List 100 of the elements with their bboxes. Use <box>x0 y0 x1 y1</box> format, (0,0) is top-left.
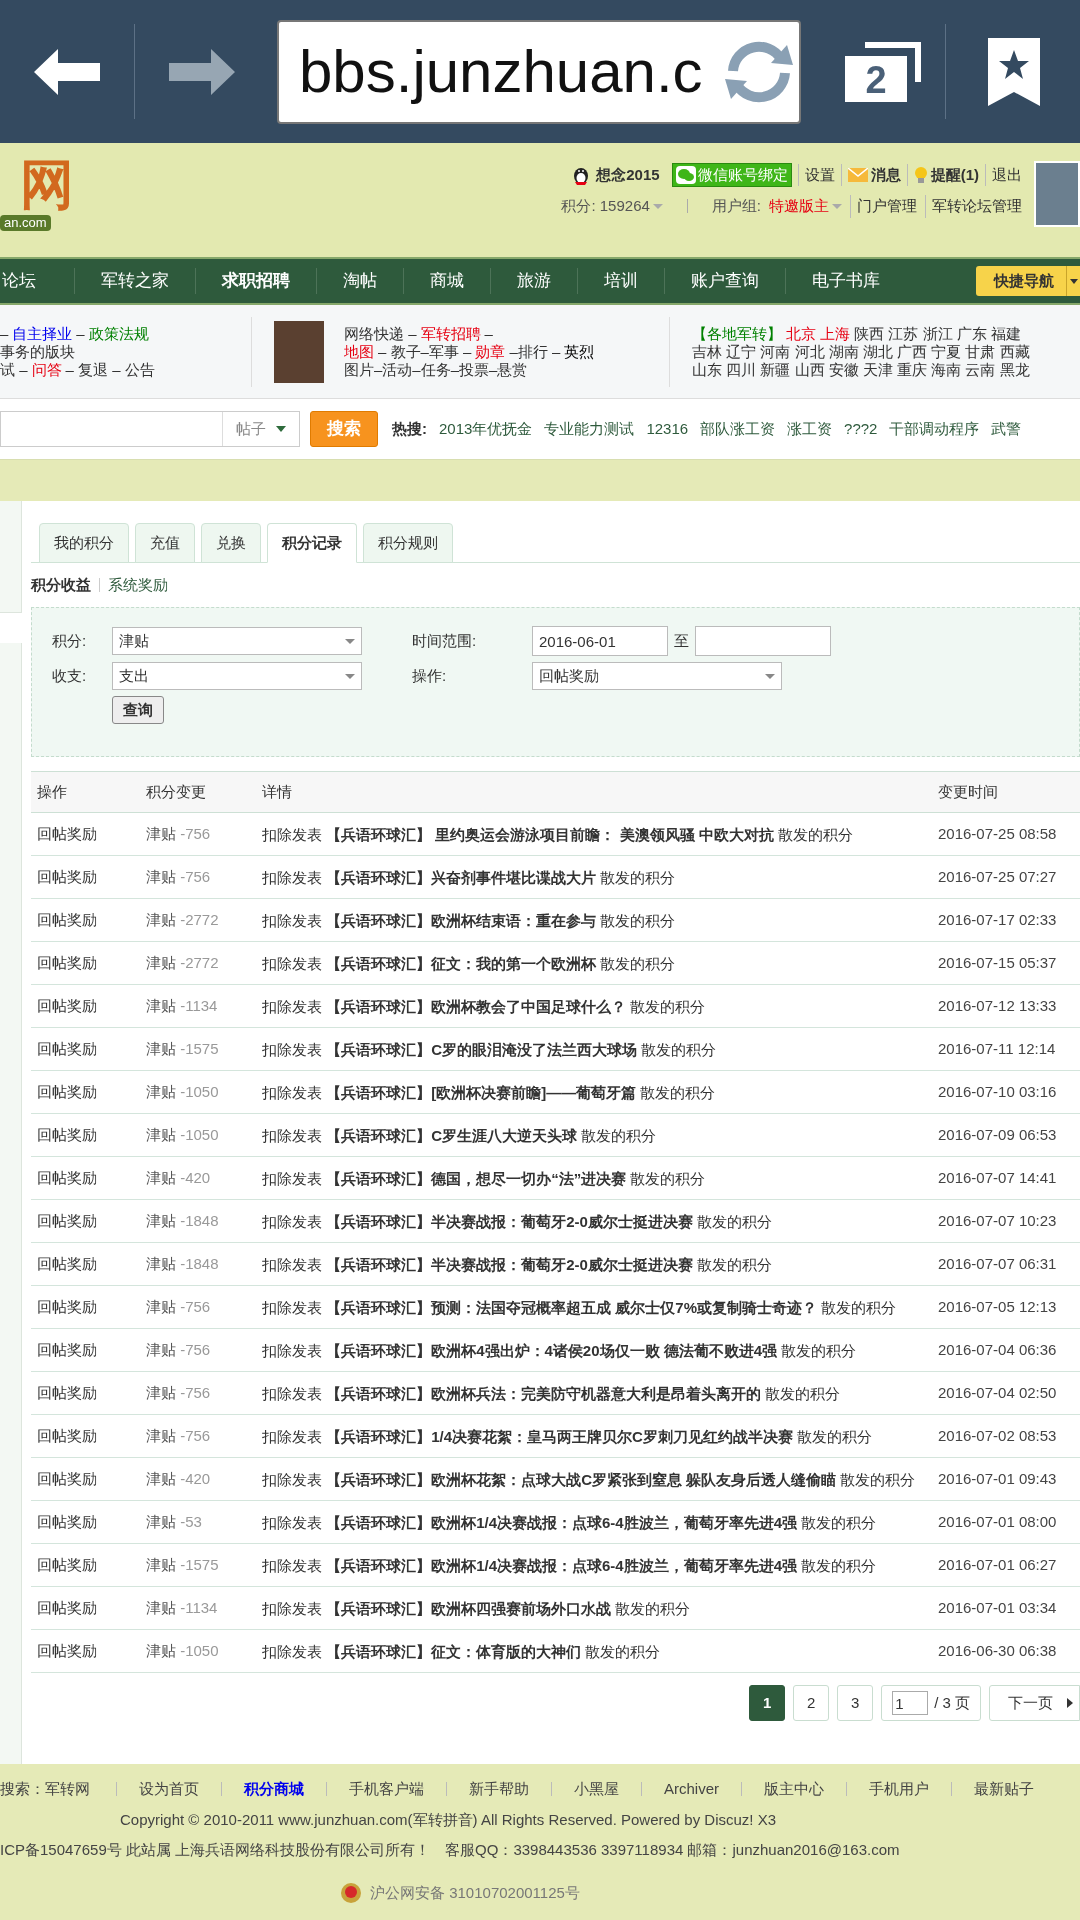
footer-link[interactable]: Archiver <box>642 1778 741 1801</box>
page-button[interactable]: 2 <box>793 1685 830 1721</box>
info-link[interactable]: 问答 <box>31 360 62 379</box>
info-link[interactable]: –排行 – <box>509 342 561 361</box>
nav-tab[interactable]: 商城 <box>403 268 490 294</box>
forward-arrow-icon[interactable] <box>169 48 235 95</box>
table-cell-text: 回帖奖励 <box>36 823 98 844</box>
info-link[interactable]: – <box>0 324 9 343</box>
field-label: 收支: <box>52 665 88 686</box>
search-field[interactable]: 帖子 <box>0 411 300 447</box>
tab[interactable]: 积分规则 <box>363 523 453 563</box>
info-link[interactable]: 英烈 <box>564 342 595 361</box>
footer-link[interactable]: 设为首页 <box>117 1778 221 1801</box>
footer-link[interactable]: 版主中心 <box>742 1778 846 1801</box>
username-link[interactable]: 想念2015 <box>596 163 660 187</box>
admin-link[interactable]: 军转论坛管理 <box>925 195 1022 218</box>
url-text: bbs.junzhuan.c <box>299 36 704 107</box>
table-cell-text: 回帖奖励 <box>36 1468 98 1489</box>
logout-link[interactable]: 退出 <box>985 163 1022 187</box>
messages-link[interactable]: 消息 <box>840 163 901 187</box>
hot-search-link[interactable]: 部队涨工资 <box>700 417 776 441</box>
user-group-link[interactable]: 特邀版主 <box>769 195 842 218</box>
info-link[interactable]: 网络快递 – <box>344 324 417 343</box>
info-link[interactable]: 军转招聘 <box>420 324 481 343</box>
next-page-button[interactable]: 下一页 <box>989 1685 1080 1721</box>
tab[interactable]: 我的积分 <box>39 523 129 563</box>
info-link[interactable]: 陕西 江苏 浙江 广东 福建 <box>854 324 1021 343</box>
query-button[interactable]: 查询 <box>112 696 164 724</box>
admin-link[interactable]: 门户管理 <box>850 195 917 218</box>
url-field[interactable]: bbs.junzhuan.c <box>277 19 801 124</box>
table-cell-text: 回帖奖励 <box>36 1425 98 1446</box>
field-label: 积分: <box>52 630 88 651</box>
nav-tab[interactable]: 账户查询 <box>664 268 785 294</box>
nav-tab[interactable]: 培训 <box>577 268 664 294</box>
tab[interactable]: 积分记录 <box>267 523 357 563</box>
info-link[interactable]: 【各地军转】 <box>692 324 782 343</box>
info-link[interactable]: 山东 四川 新疆 山西 安徽 天津 重庆 海南 云南 黑龙 <box>692 360 1030 379</box>
info-link[interactable]: 政策法规 <box>88 324 149 343</box>
footer-link[interactable]: 手机用户 <box>847 1778 951 1801</box>
footer-link[interactable]: 手机客户端 <box>327 1778 446 1801</box>
nav-tab[interactable]: 电子书库 <box>785 268 906 294</box>
nav-tab[interactable]: 求职招聘 <box>195 268 316 294</box>
info-link[interactable]: 自主择业 <box>12 324 73 343</box>
table-cell-text: 津贴 -1050 <box>146 1081 220 1102</box>
settings-link[interactable]: 设置 <box>797 163 835 187</box>
footer-link[interactable]: 积分商城 <box>222 1778 326 1801</box>
reminders-link[interactable]: 提醒(1) <box>906 163 979 187</box>
column-header: 操作 <box>36 781 68 802</box>
info-link[interactable]: – 教子–军事 – <box>378 342 472 361</box>
site-logo[interactable]: 网 an.com <box>0 153 100 249</box>
back-arrow-icon[interactable] <box>34 48 100 95</box>
hot-search-link[interactable]: 12316 <box>646 417 689 441</box>
page-number-field[interactable]: 1 <box>892 1691 929 1715</box>
tab[interactable]: 兑换 <box>201 523 261 563</box>
info-link[interactable]: – 复退 – 公告 <box>65 360 155 379</box>
info-link[interactable]: 勋章 <box>475 342 506 361</box>
footer-link[interactable]: 新手帮助 <box>447 1778 551 1801</box>
footer-link[interactable]: 搜索：军转网 <box>0 1778 116 1801</box>
info-link[interactable]: 北京 上海 <box>786 324 851 343</box>
page-button[interactable]: 1 <box>749 1685 786 1721</box>
info-link[interactable]: – <box>76 324 85 343</box>
table-cell-text: 津贴 -756 <box>146 866 212 887</box>
footer-link[interactable]: 小黑屋 <box>552 1778 641 1801</box>
quick-nav-button[interactable]: 快捷导航 <box>976 266 1080 296</box>
date-to-field[interactable] <box>695 626 831 656</box>
subtab[interactable]: 积分收益 <box>31 573 91 597</box>
nav-tab[interactable]: 淘帖 <box>316 268 403 294</box>
date-from-field[interactable]: 2016-06-01 <box>532 626 668 656</box>
table-cell-text: 津贴 -53 <box>146 1511 203 1532</box>
hot-search-link[interactable]: ???2 <box>844 417 878 441</box>
hot-search-link[interactable]: 专业能力测试 <box>544 417 635 441</box>
table-cell-text: 扣除发表 【兵语环球汇】欧洲杯1/4决赛战报：点球6-4胜波兰，葡萄牙率先进4强 散发的积分 <box>262 1555 878 1576</box>
points-link[interactable]: 积分: 159264 <box>561 195 663 218</box>
police-record-text: 沪公网安备 31010702001125号 <box>370 1882 580 1903</box>
table-cell-text: 2016-07-15 05:37 <box>938 952 1058 973</box>
footer-link[interactable]: 最新贴子 <box>952 1778 1056 1801</box>
info-link[interactable]: 图片–活动–任务–投票–悬赏 <box>344 360 528 379</box>
info-link[interactable]: 试 – <box>0 360 28 379</box>
page-button[interactable]: 3 <box>837 1685 874 1721</box>
info-link[interactable]: – <box>484 324 493 343</box>
bookmark-star-icon[interactable] <box>988 37 1040 106</box>
nav-tab[interactable]: 军转之家 <box>74 268 195 294</box>
hot-search-link[interactable]: 2013年优抚金 <box>439 417 533 441</box>
hot-search-link[interactable]: 武警 <box>991 417 1022 441</box>
tab[interactable]: 充值 <box>135 523 195 563</box>
info-link[interactable]: 地图 <box>344 342 374 361</box>
nav-tab[interactable]: 论坛 <box>0 268 74 294</box>
hot-search-link[interactable]: 涨工资 <box>787 417 833 441</box>
info-link[interactable]: 事务的版块 <box>0 342 75 361</box>
points-type-select[interactable]: 津贴 <box>112 627 362 655</box>
search-scope-select[interactable]: 帖子 <box>221 412 299 446</box>
penguin-icon <box>572 165 591 185</box>
nav-tab[interactable]: 旅游 <box>490 268 577 294</box>
info-link[interactable]: 吉林 辽宁 河南 河北 湖南 湖北 广西 宁夏 甘肃 西藏 <box>692 342 1030 361</box>
income-expense-select[interactable]: 支出 <box>112 662 362 690</box>
subtab[interactable]: 系统奖励 <box>108 573 168 597</box>
action-select[interactable]: 回帖奖励 <box>532 662 782 690</box>
table-cell-text: 回帖奖励 <box>36 1210 98 1231</box>
table-cell-text: 扣除发表 【兵语环球汇】C罗的眼泪淹没了法兰西大球场 散发的积分 <box>262 1039 718 1060</box>
hot-search-link[interactable]: 干部调动程序 <box>889 417 980 441</box>
